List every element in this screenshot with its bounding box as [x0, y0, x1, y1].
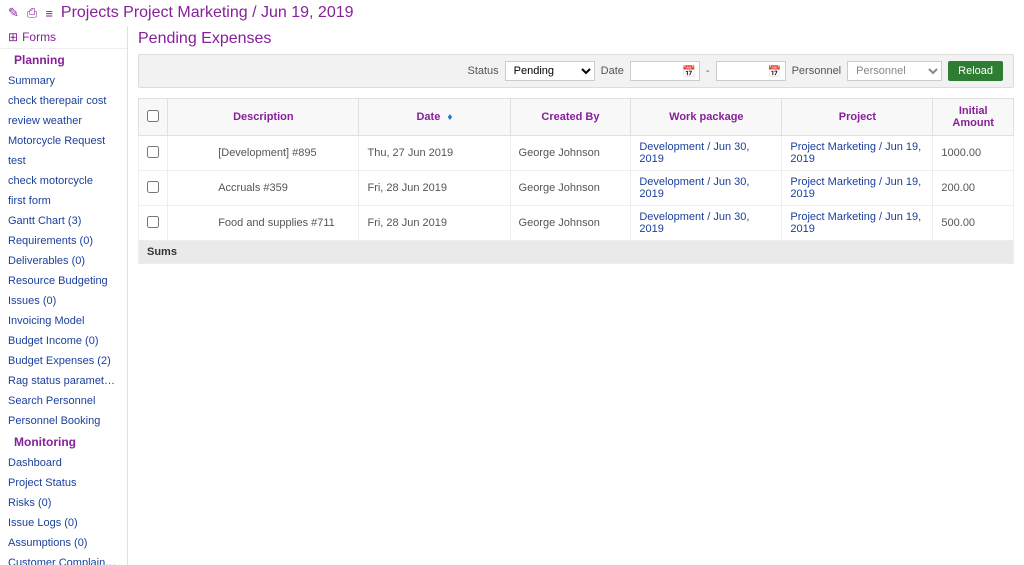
cell-project[interactable]: Project Marketing / Jun 19, 2019	[782, 171, 933, 206]
col-created-by[interactable]: Created By	[510, 99, 631, 136]
sidebar-section-header: Monitoring	[0, 431, 127, 453]
col-work-package[interactable]: Work package	[631, 99, 782, 136]
col-initial-amount[interactable]: Initial Amount	[933, 99, 1014, 136]
grid-icon: ⊞	[8, 30, 18, 44]
sidebar-item[interactable]: Customer Complaints (0)	[0, 553, 127, 565]
sidebar-item[interactable]: Dashboard	[0, 453, 127, 473]
sidebar-item[interactable]: check motorcycle	[0, 171, 127, 191]
cell-date: Thu, 27 Jun 2019	[359, 136, 510, 171]
sidebar-item[interactable]: Issues (0)	[0, 291, 127, 311]
cell-work-package[interactable]: Development / Jun 30, 2019	[631, 171, 782, 206]
cell-initial-amount: 1000.00	[933, 136, 1014, 171]
col-project[interactable]: Project	[782, 99, 933, 136]
personnel-label: Personnel	[792, 65, 842, 77]
table-row: Accruals #359Fri, 28 Jun 2019George John…	[139, 171, 1014, 206]
sidebar-item[interactable]: first form	[0, 191, 127, 211]
sums-row: Sums	[139, 241, 1014, 264]
sidebar-section-header: Planning	[0, 49, 127, 71]
reload-button[interactable]: Reload	[948, 61, 1003, 81]
sidebar-item[interactable]: Rag status parameters (0)	[0, 371, 127, 391]
col-date[interactable]: Date ♦	[359, 99, 510, 136]
cell-created-by: George Johnson	[510, 171, 631, 206]
sort-icon: ♦	[447, 112, 452, 123]
sidebar-item[interactable]: check therepair cost	[0, 91, 127, 111]
breadcrumb-project[interactable]: Project Marketing / Jun 19, 2019	[123, 4, 353, 21]
status-label: Status	[467, 65, 498, 77]
cell-work-package[interactable]: Development / Jun 30, 2019	[631, 136, 782, 171]
date-from-input[interactable]	[630, 61, 700, 81]
breadcrumb-root[interactable]: Projects	[61, 4, 119, 21]
sidebar-item[interactable]: Project Status	[0, 473, 127, 493]
sidebar-item[interactable]: Search Personnel	[0, 391, 127, 411]
sidebar-item[interactable]: Gantt Chart (3)	[0, 211, 127, 231]
table-row: [Development] #895Thu, 27 Jun 2019George…	[139, 136, 1014, 171]
breadcrumb: Projects Project Marketing / Jun 19, 201…	[61, 4, 354, 22]
cell-initial-amount: 500.00	[933, 206, 1014, 241]
select-all-checkbox[interactable]	[147, 110, 159, 122]
sidebar-item[interactable]: Budget Income (0)	[0, 331, 127, 351]
sidebar-item[interactable]: Invoicing Model	[0, 311, 127, 331]
sidebar-item[interactable]: review weather	[0, 111, 127, 131]
edit-icon[interactable]: ✎	[8, 5, 19, 21]
status-select[interactable]: Pending	[505, 61, 595, 81]
sidebar-item[interactable]: Issue Logs (0)	[0, 513, 127, 533]
sidebar-item[interactable]: Resource Budgeting	[0, 271, 127, 291]
cell-initial-amount: 200.00	[933, 171, 1014, 206]
sidebar-item[interactable]: Summary	[0, 71, 127, 91]
cell-description: Accruals #359	[168, 171, 359, 206]
date-label: Date	[601, 65, 624, 77]
cell-project[interactable]: Project Marketing / Jun 19, 2019	[782, 136, 933, 171]
date-separator: -	[706, 65, 710, 77]
cell-date: Fri, 28 Jun 2019	[359, 206, 510, 241]
sidebar-item[interactable]: test	[0, 151, 127, 171]
sidebar-item[interactable]: Budget Expenses (2)	[0, 351, 127, 371]
table-row: Food and supplies #711Fri, 28 Jun 2019Ge…	[139, 206, 1014, 241]
cell-project[interactable]: Project Marketing / Jun 19, 2019	[782, 206, 933, 241]
col-checkbox	[139, 99, 168, 136]
filter-bar: Status Pending Date 📅 - 📅 Personnel Pers…	[138, 54, 1014, 88]
sidebar-item[interactable]: Risks (0)	[0, 493, 127, 513]
print-icon[interactable]: ⎙	[27, 5, 37, 21]
expenses-table: Description Date ♦ Created By Work packa…	[138, 98, 1014, 264]
forms-header[interactable]: ⊞ Forms	[0, 26, 127, 49]
row-checkbox[interactable]	[147, 216, 159, 228]
col-date-label: Date	[416, 111, 440, 123]
cell-date: Fri, 28 Jun 2019	[359, 171, 510, 206]
page-title: Pending Expenses	[138, 30, 1014, 48]
menu-icon[interactable]: ≡	[45, 6, 53, 21]
date-to-input[interactable]	[716, 61, 786, 81]
personnel-select[interactable]: Personnel	[847, 61, 942, 81]
col-description[interactable]: Description	[168, 99, 359, 136]
cell-created-by: George Johnson	[510, 136, 631, 171]
sidebar-item[interactable]: Personnel Booking	[0, 411, 127, 431]
cell-description: [Development] #895	[168, 136, 359, 171]
main-content: Pending Expenses Status Pending Date 📅 -…	[128, 26, 1024, 565]
cell-description: Food and supplies #711	[168, 206, 359, 241]
topbar: ✎ ⎙ ≡ Projects Project Marketing / Jun 1…	[0, 0, 1024, 26]
sidebar-item[interactable]: Requirements (0)	[0, 231, 127, 251]
sidebar-item[interactable]: Deliverables (0)	[0, 251, 127, 271]
cell-work-package[interactable]: Development / Jun 30, 2019	[631, 206, 782, 241]
sidebar-item[interactable]: Motorcycle Request	[0, 131, 127, 151]
forms-label: Forms	[22, 30, 56, 44]
cell-created-by: George Johnson	[510, 206, 631, 241]
row-checkbox[interactable]	[147, 146, 159, 158]
sidebar-item[interactable]: Assumptions (0)	[0, 533, 127, 553]
row-checkbox[interactable]	[147, 181, 159, 193]
sidebar: ⊞ Forms PlanningSummarycheck therepair c…	[0, 26, 128, 565]
sums-label: Sums	[139, 241, 1014, 264]
